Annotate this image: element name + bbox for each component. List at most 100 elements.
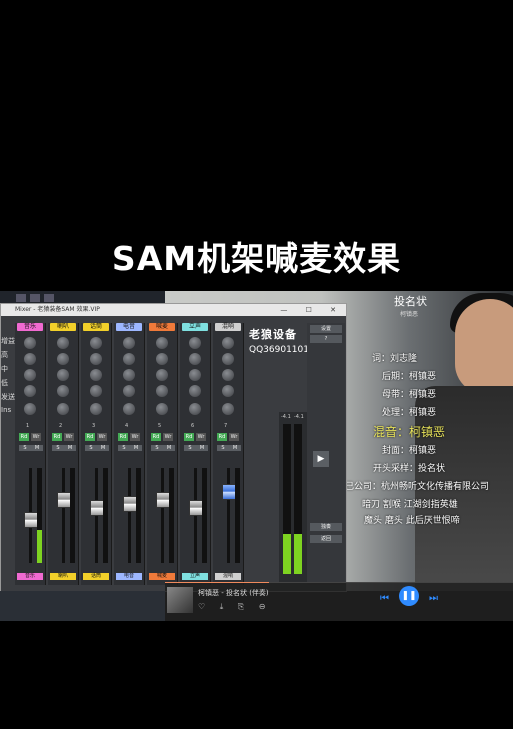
eq-high-knob[interactable] bbox=[222, 353, 234, 365]
eq-mid-knob[interactable] bbox=[57, 369, 69, 381]
play-icon[interactable]: ▶ bbox=[313, 451, 329, 467]
channel-name[interactable]: 喇叭 bbox=[50, 323, 76, 331]
channel-name[interactable]: 立声 bbox=[182, 323, 208, 331]
gain-knob[interactable] bbox=[156, 337, 168, 349]
solo-button[interactable]: S bbox=[118, 445, 130, 451]
eq-mid-knob[interactable] bbox=[123, 369, 135, 381]
level-meter bbox=[202, 468, 207, 563]
previous-icon[interactable]: ⏮ bbox=[380, 593, 389, 604]
eq-mid-knob[interactable] bbox=[156, 369, 168, 381]
album-cover[interactable] bbox=[167, 587, 193, 613]
eq-mid-knob[interactable] bbox=[90, 369, 102, 381]
write-button[interactable]: Wr bbox=[229, 433, 239, 441]
level-meter bbox=[235, 468, 240, 563]
send-knob[interactable] bbox=[24, 403, 36, 415]
eq-low-knob[interactable] bbox=[24, 385, 36, 397]
eq-low-knob[interactable] bbox=[57, 385, 69, 397]
mute-button[interactable]: M bbox=[130, 445, 142, 451]
solo-button[interactable]: 独奏 bbox=[310, 523, 342, 531]
eq-low-knob[interactable] bbox=[90, 385, 102, 397]
eq-high-knob[interactable] bbox=[189, 353, 201, 365]
eq-mid-knob[interactable] bbox=[24, 369, 36, 381]
channel-name[interactable]: 音乐 bbox=[17, 323, 43, 331]
level-meter bbox=[136, 468, 141, 563]
write-button[interactable]: Wr bbox=[97, 433, 107, 441]
mute-button[interactable]: M bbox=[196, 445, 208, 451]
send-knob[interactable] bbox=[57, 403, 69, 415]
eq-high-knob[interactable] bbox=[57, 353, 69, 365]
mixer-body: 增益 高 中 低 发送 Ins 音乐 1 Rd Wr S M 音乐 喇叭 2 R… bbox=[1, 316, 346, 591]
sponsor-name: 老狼设备 bbox=[249, 328, 297, 341]
fader-track bbox=[128, 468, 131, 563]
taskbar-icon[interactable] bbox=[30, 294, 40, 302]
eq-low-knob[interactable] bbox=[222, 385, 234, 397]
read-button[interactable]: Rd bbox=[52, 433, 62, 441]
next-icon[interactable]: ⏭ bbox=[429, 593, 438, 604]
music-player-bar: 柯镇恶 - 投名状 (伴奏) ♡ ⤓ ⎘ ⊖ ⏮ ❚❚ ⏭ bbox=[165, 583, 513, 621]
write-button[interactable]: Wr bbox=[196, 433, 206, 441]
send-knob[interactable] bbox=[222, 403, 234, 415]
read-button[interactable]: Rd bbox=[151, 433, 161, 441]
taskbar-icon[interactable] bbox=[44, 294, 54, 302]
return-button[interactable]: 返回 bbox=[310, 535, 342, 543]
channel-name[interactable]: 电音 bbox=[116, 323, 142, 331]
eq-mid-knob[interactable] bbox=[189, 369, 201, 381]
mute-button[interactable]: M bbox=[64, 445, 76, 451]
channel-number: 7 bbox=[224, 423, 228, 429]
help-button[interactable]: ? bbox=[310, 335, 342, 343]
settings-button[interactable]: 设置 bbox=[310, 325, 342, 333]
mute-button[interactable]: M bbox=[163, 445, 175, 451]
solo-button[interactable]: S bbox=[19, 445, 31, 451]
eq-high-knob[interactable] bbox=[156, 353, 168, 365]
gain-knob[interactable] bbox=[57, 337, 69, 349]
channel-name[interactable]: 混响 bbox=[215, 323, 241, 331]
gain-knob[interactable] bbox=[90, 337, 102, 349]
send-knob[interactable] bbox=[90, 403, 102, 415]
write-button[interactable]: Wr bbox=[64, 433, 74, 441]
read-button[interactable]: Rd bbox=[85, 433, 95, 441]
read-button[interactable]: Rd bbox=[184, 433, 194, 441]
solo-button[interactable]: S bbox=[85, 445, 97, 451]
send-knob[interactable] bbox=[123, 403, 135, 415]
overlay-title: SAM机架喊麦效果 bbox=[111, 239, 402, 278]
credit-line: 母带：柯镇恶 bbox=[382, 390, 437, 400]
read-button[interactable]: Rd bbox=[217, 433, 227, 441]
window-controls[interactable]: — ☐ ✕ bbox=[280, 304, 344, 316]
eq-high-knob[interactable] bbox=[24, 353, 36, 365]
channel-strip: 立声 6 Rd Wr S M 立声 bbox=[180, 323, 211, 585]
channel-strip: 喇叭 2 Rd Wr S M 喇叭 bbox=[48, 323, 79, 585]
write-button[interactable]: Wr bbox=[31, 433, 41, 441]
read-button[interactable]: Rd bbox=[19, 433, 29, 441]
eq-low-knob[interactable] bbox=[156, 385, 168, 397]
gain-knob[interactable] bbox=[123, 337, 135, 349]
solo-button[interactable]: S bbox=[151, 445, 163, 451]
mute-button[interactable]: M bbox=[229, 445, 241, 451]
eq-mid-knob[interactable] bbox=[222, 369, 234, 381]
eq-high-knob[interactable] bbox=[90, 353, 102, 365]
credit-line: 后期：柯镇恶 bbox=[382, 372, 437, 382]
mute-button[interactable]: M bbox=[31, 445, 43, 451]
solo-button[interactable]: S bbox=[52, 445, 64, 451]
channel-name[interactable]: 话筒 bbox=[83, 323, 109, 331]
gain-knob[interactable] bbox=[24, 337, 36, 349]
eq-low-knob[interactable] bbox=[123, 385, 135, 397]
mixer-side-panel: 设置 ? ▶ 独奏 返回 bbox=[307, 323, 345, 585]
player-action-icons[interactable]: ♡ ⤓ ⎘ ⊖ bbox=[198, 602, 271, 612]
solo-button[interactable]: S bbox=[217, 445, 229, 451]
channel-name[interactable]: 喊麦 bbox=[149, 323, 175, 331]
row-labels: 增益 高 中 低 发送 Ins bbox=[1, 336, 15, 420]
send-knob[interactable] bbox=[189, 403, 201, 415]
gain-knob[interactable] bbox=[222, 337, 234, 349]
credit-line: 处理：柯镇恶 bbox=[382, 408, 437, 418]
read-button[interactable]: Rd bbox=[118, 433, 128, 441]
gain-knob[interactable] bbox=[189, 337, 201, 349]
pause-icon[interactable]: ❚❚ bbox=[399, 586, 419, 606]
eq-high-knob[interactable] bbox=[123, 353, 135, 365]
write-button[interactable]: Wr bbox=[130, 433, 140, 441]
mute-button[interactable]: M bbox=[97, 445, 109, 451]
send-knob[interactable] bbox=[156, 403, 168, 415]
taskbar-icon[interactable] bbox=[16, 294, 26, 302]
solo-button[interactable]: S bbox=[184, 445, 196, 451]
write-button[interactable]: Wr bbox=[163, 433, 173, 441]
eq-low-knob[interactable] bbox=[189, 385, 201, 397]
